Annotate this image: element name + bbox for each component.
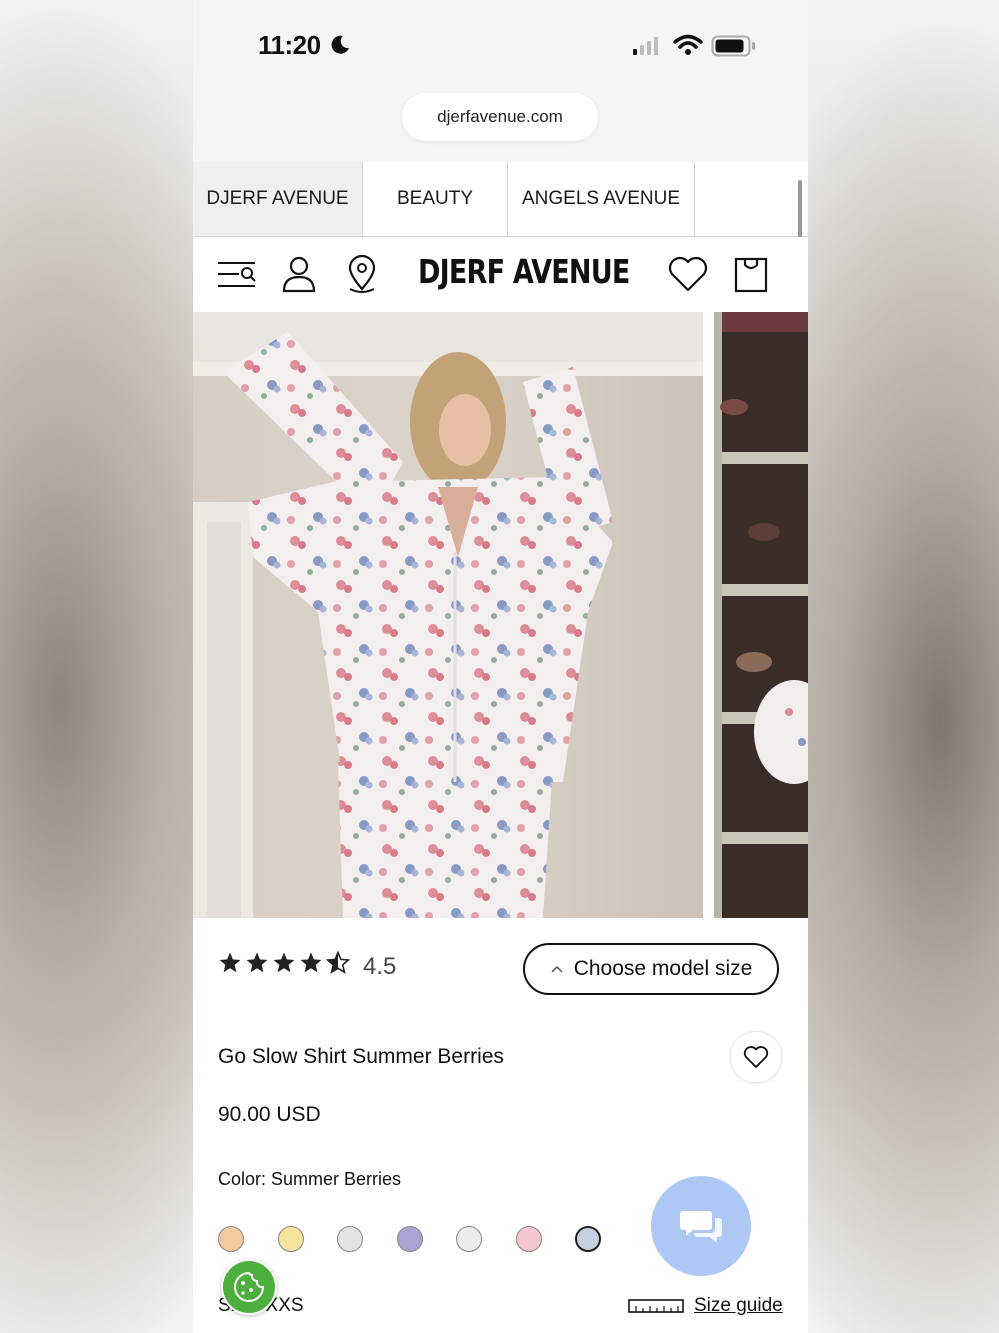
chat-icon bbox=[680, 1211, 722, 1243]
rating-stars bbox=[218, 951, 350, 975]
add-to-wishlist-button[interactable] bbox=[730, 1031, 782, 1083]
ruler-icon bbox=[628, 1299, 684, 1313]
tab-beauty[interactable]: BEAUTY bbox=[363, 162, 508, 236]
rating-value: 4.5 bbox=[363, 953, 397, 980]
site-header: DJERF AVENUE bbox=[193, 237, 808, 312]
color-swatch[interactable] bbox=[456, 1226, 482, 1252]
cookie-settings-button[interactable] bbox=[221, 1259, 277, 1315]
url-text: djerfavenue.com bbox=[437, 107, 563, 126]
tab-label: BEAUTY bbox=[396, 188, 474, 209]
menu-search-icon[interactable] bbox=[217, 255, 257, 293]
location-pin-icon[interactable] bbox=[346, 255, 378, 295]
moon-icon bbox=[331, 35, 349, 54]
cookie-icon bbox=[234, 1271, 265, 1302]
phone-screen: 11:20 djerfavenue.com DJERF AVENUE BEAUT… bbox=[193, 0, 808, 1333]
product-price: 90.00 USD bbox=[218, 1103, 321, 1126]
half-star-icon bbox=[326, 951, 350, 974]
brand-logo[interactable]: DJERF AVENUE bbox=[418, 252, 630, 291]
heart-icon[interactable] bbox=[667, 255, 709, 293]
color-swatch[interactable] bbox=[337, 1226, 363, 1252]
chevron-up-icon bbox=[551, 965, 563, 973]
size-guide-label: Size guide bbox=[694, 1295, 783, 1316]
url-bar[interactable]: djerfavenue.com bbox=[402, 93, 598, 141]
chat-button[interactable] bbox=[651, 1176, 751, 1276]
size-guide-link[interactable]: Size guide bbox=[628, 1295, 783, 1317]
model-size-label: Choose model size bbox=[573, 957, 753, 980]
product-title: Go Slow Shirt Summer Berries bbox=[218, 1045, 504, 1068]
star-icon bbox=[219, 952, 241, 973]
product-photo-next[interactable] bbox=[714, 312, 808, 918]
status-bar: 11:20 bbox=[193, 0, 808, 90]
shopping-bag-icon[interactable] bbox=[733, 255, 769, 295]
wifi-icon bbox=[673, 34, 703, 55]
user-icon[interactable] bbox=[281, 255, 317, 293]
color-swatch-selected[interactable] bbox=[575, 1226, 601, 1252]
choose-model-size-button[interactable]: Choose model size bbox=[523, 943, 779, 995]
cellular-signal-icon bbox=[633, 37, 658, 55]
color-swatch[interactable] bbox=[218, 1226, 244, 1252]
star-icon bbox=[246, 952, 268, 973]
color-label: Color: Summer Berries bbox=[218, 1169, 402, 1189]
tab-djerf-avenue[interactable]: DJERF AVENUE bbox=[193, 162, 363, 236]
brand-tabs: DJERF AVENUE BEAUTY ANGELS AVENUE bbox=[193, 162, 808, 237]
color-swatch[interactable] bbox=[516, 1226, 542, 1252]
browser-address-area: djerfavenue.com bbox=[193, 90, 808, 162]
battery-icon bbox=[711, 35, 755, 57]
tab-label: DJERF AVENUE bbox=[206, 188, 349, 209]
heart-icon bbox=[743, 1046, 769, 1068]
tab-label: ANGELS AVENUE bbox=[521, 188, 681, 209]
color-swatch[interactable] bbox=[397, 1226, 423, 1252]
status-time: 11:20 bbox=[258, 30, 321, 60]
star-icon bbox=[300, 952, 322, 973]
product-photo-main[interactable] bbox=[193, 312, 703, 918]
tab-angels-avenue[interactable]: ANGELS AVENUE bbox=[508, 162, 695, 236]
product-image-gallery[interactable] bbox=[193, 312, 808, 918]
star-icon bbox=[273, 952, 295, 973]
color-swatch[interactable] bbox=[278, 1226, 304, 1252]
